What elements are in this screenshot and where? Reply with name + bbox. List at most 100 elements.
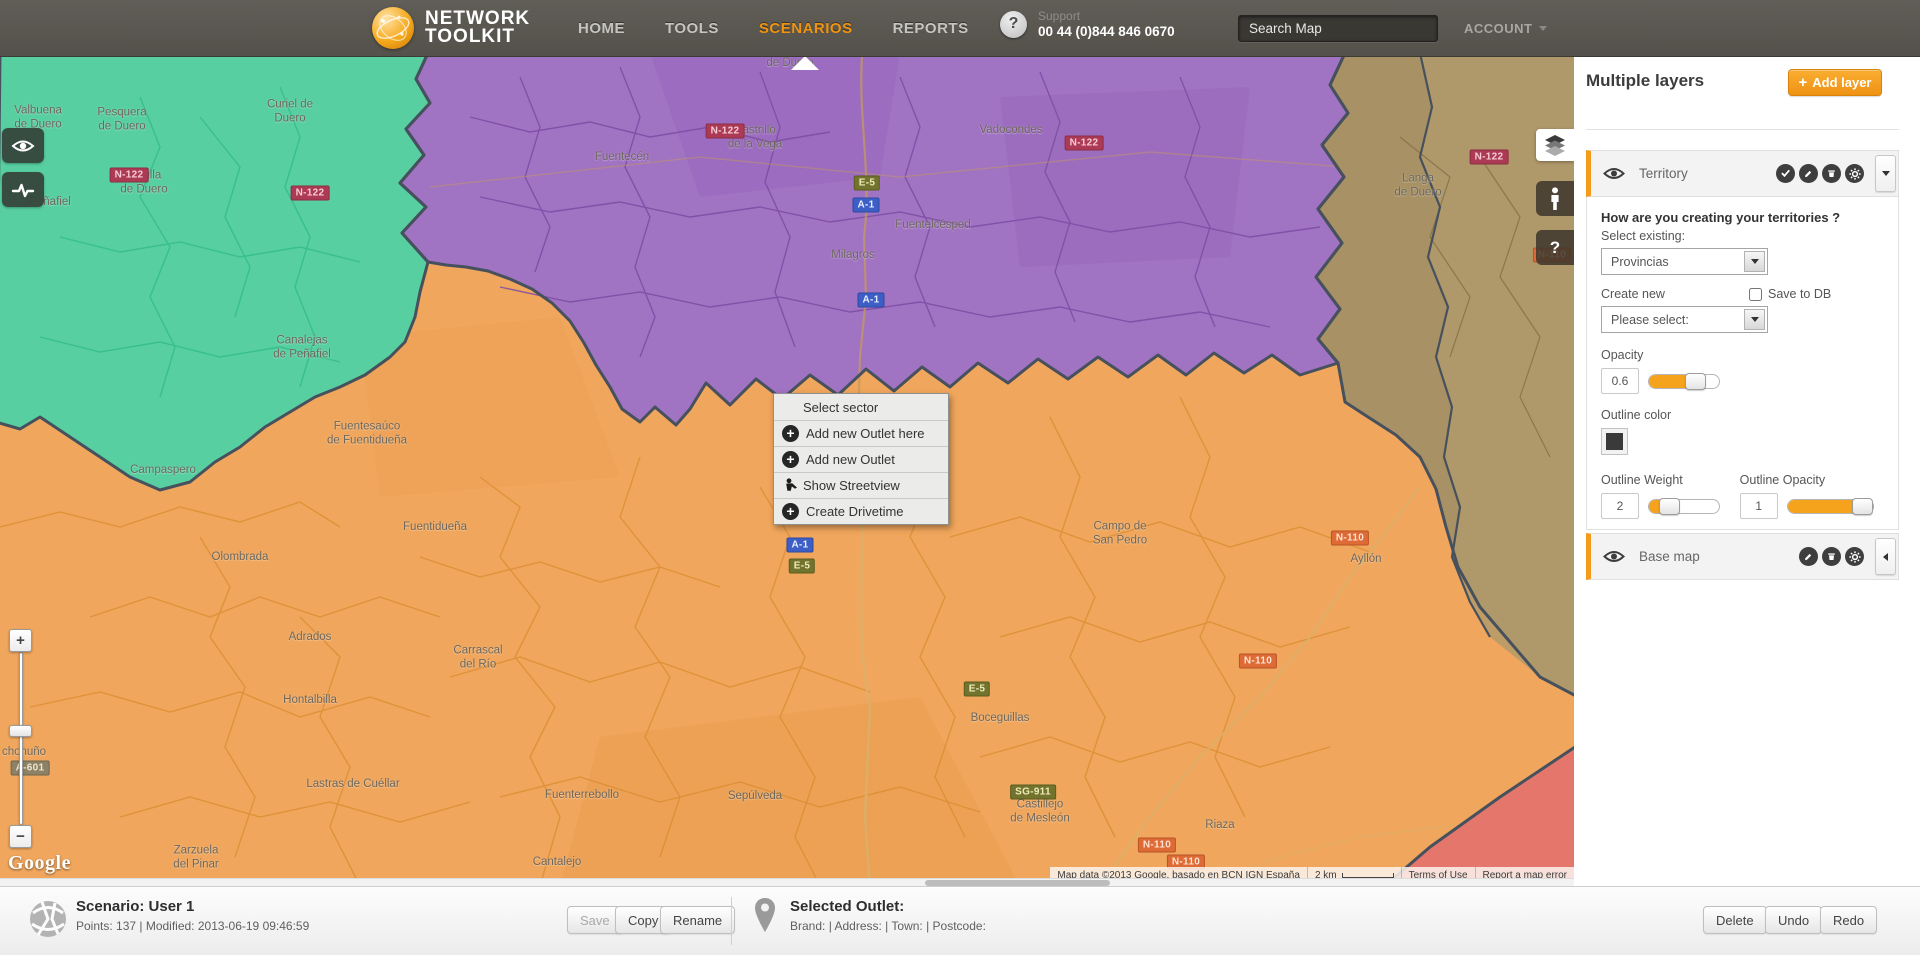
scale-bar bbox=[1342, 873, 1394, 878]
help-icon[interactable]: ? bbox=[1000, 11, 1027, 38]
collapse-territory-button[interactable] bbox=[1875, 155, 1896, 192]
create-new-label: Create new bbox=[1601, 287, 1749, 301]
context-menu-item-create-drivetime[interactable]: + Create Drivetime bbox=[774, 498, 948, 524]
road-badge-n-110: N-110 bbox=[1138, 838, 1176, 853]
menu-item-label: Add new Outlet here bbox=[806, 426, 925, 441]
create-new-dropdown[interactable]: Please select: bbox=[1601, 306, 1768, 333]
map-town-label: Sepúlveda bbox=[728, 790, 782, 804]
undo-button[interactable]: Undo bbox=[1765, 906, 1822, 934]
map-town-label: Campo deSan Pedro bbox=[1093, 520, 1147, 547]
road-badge-n-122: N-122 bbox=[1470, 150, 1509, 165]
opacity-slider[interactable] bbox=[1648, 374, 1720, 389]
map-context-menu: Select sector+Add new Outlet here+Add ne… bbox=[773, 393, 949, 525]
account-menu[interactable]: ACCOUNT bbox=[1464, 21, 1547, 36]
analytics-button[interactable] bbox=[2, 172, 44, 207]
eye-icon[interactable] bbox=[1603, 166, 1625, 181]
color-swatch-value bbox=[1606, 433, 1623, 450]
top-nav: NETWORK TOOLKIT HOME TOOLS SCENARIOS REPORT… bbox=[0, 0, 1920, 57]
settings-icon[interactable] bbox=[1845, 547, 1864, 566]
map-town-label: Ayllón bbox=[1350, 553, 1381, 567]
save-to-db-checkbox[interactable] bbox=[1749, 288, 1762, 301]
outlet-title: Selected Outlet: bbox=[790, 898, 986, 915]
dropdown-button[interactable] bbox=[1744, 251, 1765, 272]
search-map-input[interactable] bbox=[1238, 15, 1438, 42]
map-town-label: Canalejasde Peñafiel bbox=[273, 334, 331, 361]
eye-icon[interactable] bbox=[1603, 549, 1625, 564]
road-badge-a-1: A-1 bbox=[852, 198, 879, 213]
outline-weight-input[interactable] bbox=[1601, 493, 1639, 519]
edit-icon[interactable] bbox=[1799, 547, 1818, 566]
road-badge-a-1: A-1 bbox=[786, 538, 813, 553]
pegman-icon bbox=[784, 478, 799, 493]
confirm-icon[interactable] bbox=[1776, 164, 1795, 183]
pulse-icon bbox=[11, 181, 35, 199]
road-badge-sg-911: SG-911 bbox=[1010, 785, 1056, 800]
plus-circle-icon: + bbox=[782, 503, 799, 520]
layers-button[interactable] bbox=[1536, 129, 1574, 161]
streetview-pegman-button[interactable] bbox=[1536, 181, 1574, 216]
zoom-in-button[interactable]: + bbox=[9, 629, 32, 652]
delete-button[interactable]: Delete bbox=[1703, 906, 1767, 934]
expand-basemap-button[interactable] bbox=[1875, 538, 1896, 575]
active-tab-pointer bbox=[791, 57, 819, 70]
scenario-meta: Points: 137 | Modified: 2013-06-19 09:46… bbox=[76, 919, 309, 933]
chevron-down-icon bbox=[1751, 259, 1759, 264]
nav-item-tools[interactable]: TOOLS bbox=[665, 20, 719, 37]
edit-icon[interactable] bbox=[1799, 164, 1818, 183]
layer-row-territory[interactable]: Territory bbox=[1586, 150, 1899, 197]
map-town-label: Castillejode Mesleón bbox=[1010, 798, 1069, 825]
pegman-icon bbox=[779, 478, 803, 493]
scenario-title: Scenario: User 1 bbox=[76, 898, 309, 915]
settings-icon[interactable] bbox=[1845, 164, 1864, 183]
chevron-left-icon bbox=[1883, 553, 1888, 561]
select-existing-dropdown[interactable]: Provincias bbox=[1601, 248, 1768, 275]
map-town-label: Fuentidueña bbox=[403, 521, 467, 535]
toggle-visibility-button[interactable] bbox=[2, 128, 44, 163]
outline-opacity-label: Outline Opacity bbox=[1740, 473, 1884, 487]
outline-color-swatch[interactable] bbox=[1601, 428, 1628, 455]
logo-text: NETWORK TOOLKIT bbox=[425, 10, 530, 46]
nav-item-scenarios[interactable]: SCENARIOS bbox=[759, 20, 853, 37]
layer-row-basemap[interactable]: Base map bbox=[1586, 533, 1899, 580]
dropdown-button[interactable] bbox=[1744, 309, 1765, 330]
opacity-input[interactable] bbox=[1601, 368, 1639, 394]
map-town-label: Curiel deDuero bbox=[267, 98, 313, 125]
context-menu-item-add-new-outlet-here[interactable]: +Add new Outlet here bbox=[774, 420, 948, 446]
outline-opacity-slider[interactable] bbox=[1787, 499, 1873, 514]
layers-icon bbox=[1543, 134, 1567, 156]
zoom-slider-track[interactable] bbox=[19, 652, 23, 825]
map-town-label: Vadocondes bbox=[979, 124, 1042, 138]
opacity-label: Opacity bbox=[1601, 348, 1884, 362]
opacity-slider-handle[interactable] bbox=[1685, 373, 1706, 390]
road-badge-n-110: N-110 bbox=[1239, 654, 1277, 669]
add-layer-button[interactable]: + Add layer bbox=[1788, 69, 1882, 96]
nav-item-reports[interactable]: REPORTS bbox=[893, 20, 969, 37]
map-town-label: Campaspero bbox=[130, 464, 196, 478]
map-town-label: Pesquerade Duero bbox=[97, 106, 146, 133]
map-town-label: Langade Duero bbox=[1394, 172, 1441, 199]
context-menu-item-show-streetview[interactable]: Show Streetview bbox=[774, 472, 948, 498]
delete-icon[interactable] bbox=[1822, 164, 1841, 183]
menu-item-label: Create Drivetime bbox=[806, 504, 904, 519]
map-canvas[interactable]: de DueroValbuenade DueroPesquerade Duero… bbox=[0, 57, 1574, 886]
context-menu-item-add-new-outlet[interactable]: +Add new Outlet bbox=[774, 446, 948, 472]
road-badge-e-5: E-5 bbox=[854, 176, 880, 191]
rename-button[interactable]: Rename bbox=[660, 906, 735, 934]
map-town-label: Fuenterrebollo bbox=[545, 789, 619, 803]
outline-opacity-slider-handle[interactable] bbox=[1852, 498, 1873, 515]
zoom-out-button[interactable]: − bbox=[9, 825, 32, 848]
map-help-button[interactable]: ? bbox=[1536, 230, 1574, 265]
pegman-icon bbox=[1548, 187, 1562, 211]
outline-color-label: Outline color bbox=[1601, 408, 1884, 422]
territory-panel: How are you creating your territories ? … bbox=[1586, 197, 1899, 530]
nav-item-home[interactable]: HOME bbox=[578, 20, 625, 37]
delete-icon[interactable] bbox=[1822, 547, 1841, 566]
outline-weight-slider-handle[interactable] bbox=[1659, 498, 1680, 515]
map-town-label: Fuentesaúcode Fuentidueña bbox=[327, 420, 407, 447]
map-town-label: Fuentecén bbox=[595, 151, 649, 165]
redo-button[interactable]: Redo bbox=[1820, 906, 1877, 934]
context-menu-item-select-sector[interactable]: Select sector bbox=[774, 394, 948, 420]
outline-weight-slider[interactable] bbox=[1648, 499, 1720, 514]
outline-opacity-input[interactable] bbox=[1740, 493, 1778, 519]
zoom-slider-handle[interactable] bbox=[9, 725, 32, 737]
